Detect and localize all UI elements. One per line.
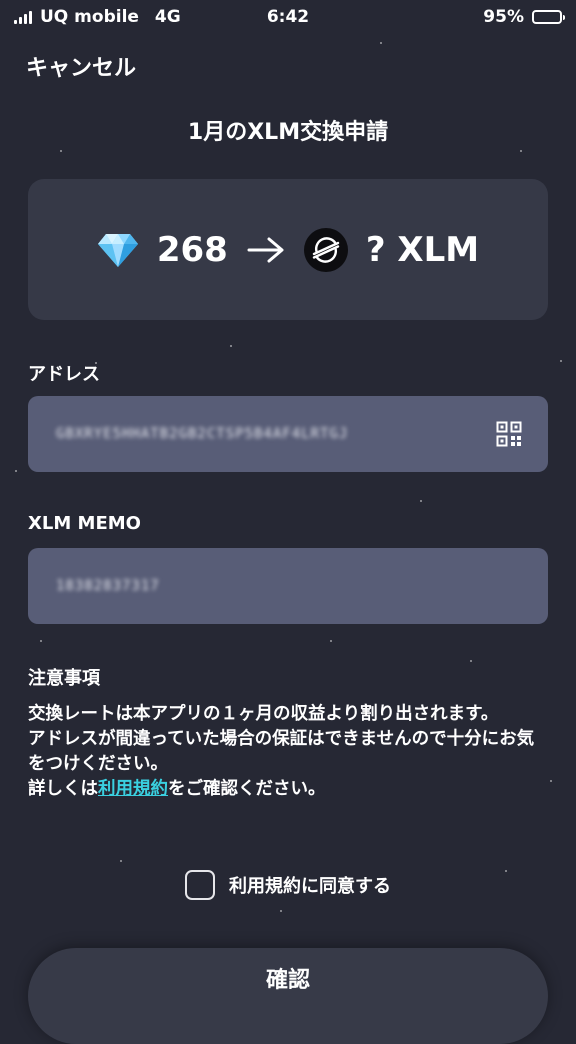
xlm-amount: ? XLM <box>365 229 480 270</box>
gem-amount: 268 <box>156 229 228 270</box>
status-bar: UQ mobile 4G 6:42 95% <box>0 0 576 34</box>
arrow-right-icon <box>247 237 284 262</box>
battery-percent: 95% <box>483 7 524 27</box>
notes-line: 詳しくは利用規約をご確認ください。 <box>28 777 548 802</box>
cancel-button[interactable]: キャンセル <box>26 50 136 82</box>
notes-line: アドレスが間違っていた場合の保証はできませんので十分にお気をつけください。 <box>28 729 535 774</box>
notes-body: 交換レートは本アプリの１ヶ月の収益より割り出されます。 アドレスが間違っていた場… <box>28 702 548 802</box>
address-field[interactable] <box>28 396 548 472</box>
notes-text: をご確認ください。 <box>168 779 326 799</box>
terms-link[interactable]: 利用規約 <box>98 779 168 799</box>
address-input[interactable] <box>54 425 484 443</box>
memo-label: XLM MEMO <box>28 513 141 534</box>
agreement-row[interactable]: 利用規約に同意する <box>0 870 576 900</box>
agree-label[interactable]: 利用規約に同意する <box>229 872 391 898</box>
diamond-icon <box>97 233 138 267</box>
notes-line: 交換レートは本アプリの１ヶ月の収益より割り出されます。 <box>28 704 499 724</box>
page-title: 1月のXLM交換申請 <box>187 120 389 145</box>
notes-text: 詳しくは <box>28 779 98 799</box>
memo-field[interactable] <box>28 548 548 624</box>
agree-checkbox[interactable] <box>185 870 215 900</box>
confirm-button[interactable]: 確認 <box>28 948 548 1044</box>
address-label: アドレス <box>28 364 100 385</box>
battery-icon <box>532 10 565 24</box>
exchange-summary-card: 268 ? XLM <box>28 179 548 320</box>
memo-input[interactable] <box>54 577 522 595</box>
stellar-logo-icon <box>303 227 348 272</box>
notes-heading: 注意事項 <box>28 668 100 689</box>
qr-code-icon[interactable] <box>496 421 522 447</box>
